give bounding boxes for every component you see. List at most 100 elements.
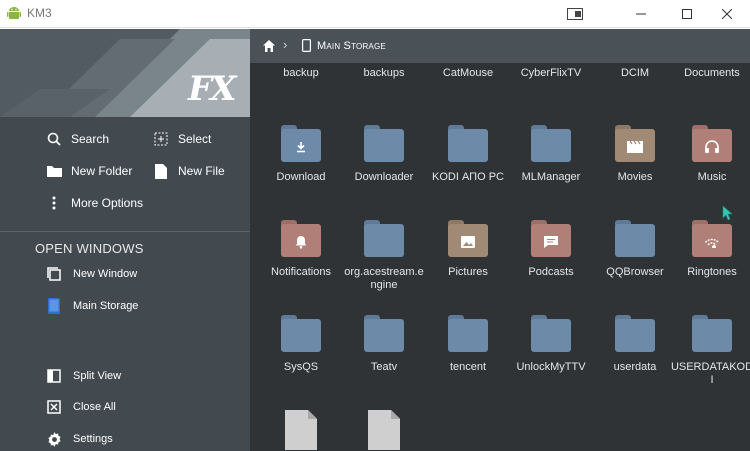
new-folder-action[interactable]: New Folder — [45, 160, 132, 182]
more-vert-icon — [45, 194, 63, 212]
phone-icon — [45, 297, 63, 315]
new-window-item[interactable]: New Window — [45, 263, 137, 285]
folder-item-partial[interactable]: backups — [342, 67, 426, 79]
folder-icon — [447, 125, 489, 163]
settings-label: Settings — [73, 433, 113, 445]
minimize-icon — [636, 13, 646, 15]
folder-item[interactable]: SysQS — [259, 315, 343, 374]
chevron-right-icon: › — [283, 37, 288, 52]
chat-icon — [530, 231, 572, 253]
folder-icon — [280, 315, 322, 353]
folder-item[interactable]: Download — [259, 125, 343, 184]
item-label: Pictures — [448, 266, 488, 278]
android-icon — [7, 7, 21, 19]
item-label: Music — [697, 171, 727, 183]
title-bar: KM3 — [0, 0, 750, 28]
folder-item[interactable]: QQBrowser — [593, 220, 677, 279]
item-label: Download — [276, 171, 326, 183]
file-item[interactable]: .userReturn — [342, 410, 426, 451]
ringtone-icon — [691, 231, 733, 253]
folder-icon — [530, 125, 572, 163]
item-label: USERDATAKODI — [670, 361, 750, 386]
file-item[interactable]: .turing.dat — [259, 410, 343, 451]
folder-item[interactable]: UnlockMyTTV — [509, 315, 593, 374]
item-label: Notifications — [271, 266, 331, 278]
folder-item[interactable]: Music — [670, 125, 750, 184]
folder-item[interactable]: Downloader — [342, 125, 426, 184]
item-label: org.acestream.engine — [344, 266, 424, 291]
folder-icon — [691, 125, 733, 163]
folder-item[interactable]: Movies — [593, 125, 677, 184]
item-label: Podcasts — [528, 266, 574, 278]
folder-item[interactable]: Podcasts — [509, 220, 593, 279]
split-view-icon — [45, 367, 63, 385]
item-label: userdata — [613, 361, 657, 373]
more-options-label: More Options — [71, 196, 144, 210]
folder-icon — [530, 220, 572, 258]
folder-item-partial[interactable]: CyberFlixTV — [509, 67, 593, 79]
folder-icon — [45, 162, 63, 180]
split-view-label: Split View — [73, 370, 122, 382]
fx-logo: FX — [188, 69, 237, 109]
bell-icon — [280, 231, 322, 253]
folder-item[interactable]: Notifications — [259, 220, 343, 279]
cast-button[interactable] — [552, 0, 598, 28]
headphones-icon — [691, 136, 733, 158]
gear-icon — [45, 430, 63, 448]
folder-item[interactable]: userdata — [593, 315, 677, 374]
folder-icon — [363, 125, 405, 163]
folder-item-partial[interactable]: CatMouse — [426, 67, 510, 79]
folder-item[interactable]: Ringtones — [670, 220, 750, 279]
new-file-action[interactable]: New File — [152, 160, 225, 182]
item-label: UnlockMyTTV — [516, 361, 586, 373]
folder-item[interactable]: KODI АПО PC — [426, 125, 510, 184]
folder-item-partial[interactable]: Documents — [670, 67, 750, 79]
folder-item[interactable]: Pictures — [426, 220, 510, 279]
item-label: SysQS — [283, 361, 319, 373]
search-action[interactable]: Search — [45, 128, 109, 150]
folder-icon — [691, 220, 733, 258]
folder-item[interactable]: Teatv — [342, 315, 426, 374]
search-icon — [45, 130, 63, 148]
main-storage-window-item[interactable]: Main Storage — [45, 295, 138, 317]
search-label: Search — [71, 132, 110, 146]
breadcrumb-main-storage[interactable]: Main Storage — [317, 40, 386, 52]
select-icon — [152, 130, 170, 148]
folder-item[interactable]: USERDATAKODI — [670, 315, 750, 387]
folder-icon — [363, 315, 405, 353]
close-all-icon — [45, 398, 63, 416]
folder-item-partial[interactable]: backup — [259, 67, 343, 79]
folder-icon — [614, 220, 656, 258]
item-label: Teatv — [370, 361, 398, 373]
more-options-action[interactable]: More Options — [45, 192, 143, 214]
settings-item[interactable]: Settings — [45, 428, 113, 450]
minimize-button[interactable] — [618, 0, 664, 28]
folder-icon — [447, 315, 489, 353]
item-label: Downloader — [354, 171, 414, 183]
file-browser: › Main Storage backup backups CatMouse Cybe… — [250, 29, 750, 451]
banner: FX — [0, 29, 250, 117]
new-window-icon — [45, 265, 63, 283]
new-window-label: New Window — [73, 268, 138, 280]
image-icon — [447, 231, 489, 253]
document-file-icon — [363, 410, 405, 450]
folder-icon — [280, 220, 322, 258]
folder-item[interactable]: tencent — [426, 315, 510, 374]
close-all-item[interactable]: Close All — [45, 396, 116, 418]
close-button[interactable] — [704, 0, 750, 28]
folder-icon — [614, 125, 656, 163]
folder-item-partial[interactable]: DCIM — [593, 67, 677, 79]
select-label: Select — [178, 132, 212, 146]
close-icon — [722, 9, 732, 19]
breadcrumb: › Main Storage — [250, 29, 750, 63]
folder-icon — [614, 315, 656, 353]
phone-icon — [302, 39, 311, 52]
download-icon — [280, 136, 322, 158]
folder-icon — [530, 315, 572, 353]
select-action[interactable]: Select — [152, 128, 211, 150]
folder-item[interactable]: org.acestream.engine — [342, 220, 426, 292]
new-folder-label: New Folder — [71, 164, 133, 178]
folder-item[interactable]: MLManager — [509, 125, 593, 184]
split-view-item[interactable]: Split View — [45, 365, 121, 387]
home-icon[interactable] — [262, 39, 276, 53]
